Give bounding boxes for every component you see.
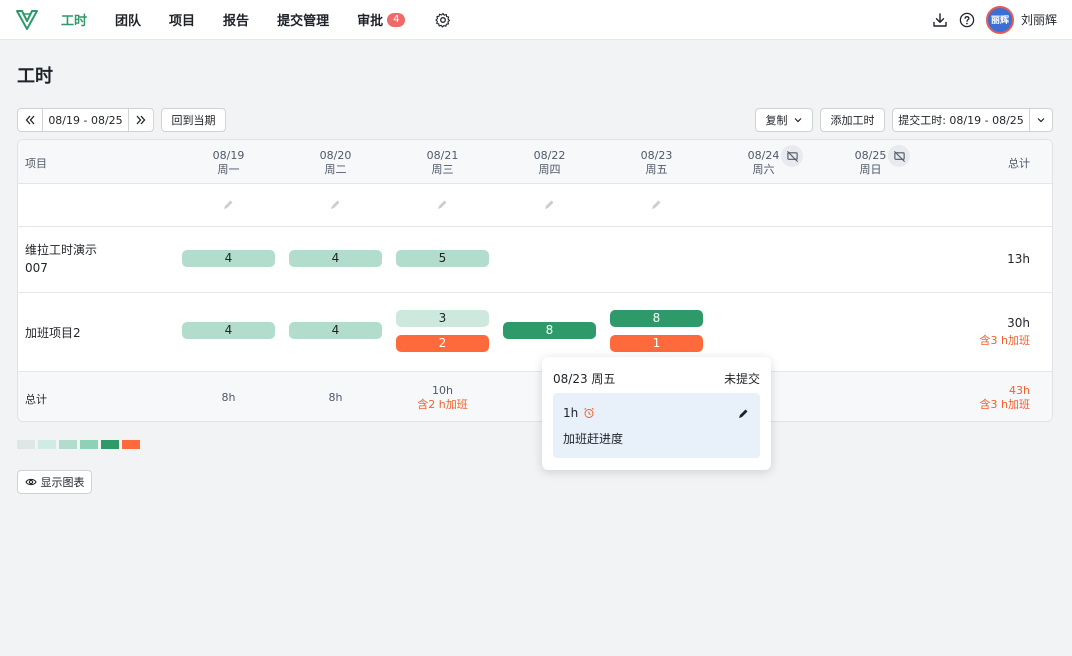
legend-swatch [17,440,35,449]
day-header: 08/23 周五 [640,149,673,176]
legend-swatch [38,440,56,449]
eye-off-icon[interactable] [888,145,910,167]
download-icon[interactable] [932,12,948,28]
chevron-down-icon [794,118,801,123]
copy-button[interactable]: 复制 [755,108,813,132]
hours-chip[interactable]: 8 [503,322,596,339]
hours-chip[interactable]: 4 [289,250,382,267]
day-header: 08/21 周三 [426,149,459,176]
day-total: 10h 含2 h加班 [389,384,496,412]
popover-status: 未提交 [723,372,760,386]
approvals-badge: 4 [387,12,406,27]
add-hours-button[interactable]: 添加工时 [820,108,885,132]
legend-swatch [80,440,98,449]
page-title: 工时 [17,66,53,87]
eye-icon [24,478,37,486]
table-header: 项目 08/19 周一 08/20 周二 08/21 周三 08/22 周四 08/23… [18,140,1052,184]
nav-item-reports[interactable]: 报告 [223,10,249,29]
overtime-chip[interactable]: 2 [396,335,489,352]
app-logo-icon[interactable] [15,8,39,32]
pencil-icon[interactable] [650,199,662,211]
popover-date: 08/23 周五 [553,372,616,386]
entry-card[interactable]: 1h 加班赶进度 [553,393,760,458]
project-column-header: 项目 [25,157,47,170]
hours-chip[interactable]: 5 [396,250,489,267]
hours-chip[interactable]: 4 [182,250,275,267]
nav-item-timesheet[interactable]: 工时 [61,10,87,29]
week-range-label[interactable]: 08/19 - 08/25 [42,109,129,131]
row-total: 13h [1007,252,1030,266]
double-chevron-right-icon [136,115,146,125]
double-chevron-left-icon [25,115,35,125]
grand-overtime-total: 含3 h加班 [979,398,1030,411]
table-row: 维拉工时演示 007 4 4 5 13h [18,227,1052,293]
nav-item-team[interactable]: 团队 [115,10,141,29]
entry-note: 加班赶进度 [563,432,624,446]
pencil-icon[interactable] [329,199,341,211]
day-header: 08/20 周二 [319,149,352,176]
day-total: 8h [328,391,343,404]
top-nav: 工时 团队 项目 报告 提交管理 审批 4 丽辉 刘丽辉 [0,0,1072,40]
submit-options-button[interactable] [1029,108,1053,132]
table-row: 加班项目2 4 4 3 2 8 8 1 30h 含3 h加班 [18,293,1052,372]
hours-chip[interactable]: 4 [289,322,382,339]
total-column-header: 总计 [1008,157,1030,170]
day-header: 08/19 周一 [212,149,245,176]
table-footer: 总计 8h 8h 10h 含2 h加班 43h 含3 h加班 [18,372,1052,421]
hours-chip[interactable]: 8 [610,310,703,327]
alarm-clock-icon [584,407,595,418]
top-right-controls: 丽辉 刘丽辉 [921,5,1057,34]
back-to-current-button[interactable]: 回到当期 [161,108,226,132]
week-navigator: 08/19 - 08/25 [17,108,154,132]
hours-chip[interactable]: 4 [182,322,275,339]
timesheet-table: 项目 08/19 周一 08/20 周二 08/21 周三 08/22 周四 08/23… [17,139,1053,422]
project-name[interactable]: 维拉工时演示 007 [25,241,115,277]
nav-item-submissions[interactable]: 提交管理 [277,10,329,29]
chevron-down-icon [1037,118,1045,123]
user-name[interactable]: 刘丽辉 [1021,11,1057,28]
nav-item-approvals[interactable]: 审批 4 [357,10,406,29]
legend-swatch [59,440,77,449]
overtime-chip[interactable]: 1 [610,335,703,352]
legend-swatch [101,440,119,449]
pencil-icon[interactable] [222,199,234,211]
help-icon[interactable] [959,12,975,28]
row-total: 30h 含3 h加班 [979,316,1030,347]
entry-popover: 08/23 周五 未提交 1h 加班赶进度 [542,357,771,470]
submit-hours-button[interactable]: 提交工时: 08/19 - 08/25 [892,108,1030,132]
nav-item-projects[interactable]: 项目 [169,10,195,29]
project-name[interactable]: 加班项目2 [25,324,81,341]
intensity-legend [17,440,143,449]
pencil-icon[interactable] [436,199,448,211]
day-header: 08/22 周四 [533,149,566,176]
prev-week-button[interactable] [18,109,42,131]
legend-swatch [122,440,140,449]
pencil-icon[interactable] [737,408,749,420]
next-week-button[interactable] [129,109,153,131]
day-total: 8h [221,391,236,404]
gear-icon[interactable] [435,12,451,28]
footer-label: 总计 [25,393,47,406]
entry-hours: 1h [563,406,595,420]
avatar[interactable]: 丽辉 [985,5,1014,34]
show-chart-button[interactable]: 显示图表 [17,470,92,494]
pencil-icon[interactable] [543,199,555,211]
eye-off-icon[interactable] [781,145,803,167]
day-overtime: 含2 h加班 [417,398,468,411]
quick-edit-row [18,184,1052,227]
hours-chip[interactable]: 3 [396,310,489,327]
row-overtime-total: 含3 h加班 [979,334,1030,347]
grand-total: 43h 含3 h加班 [979,384,1030,411]
